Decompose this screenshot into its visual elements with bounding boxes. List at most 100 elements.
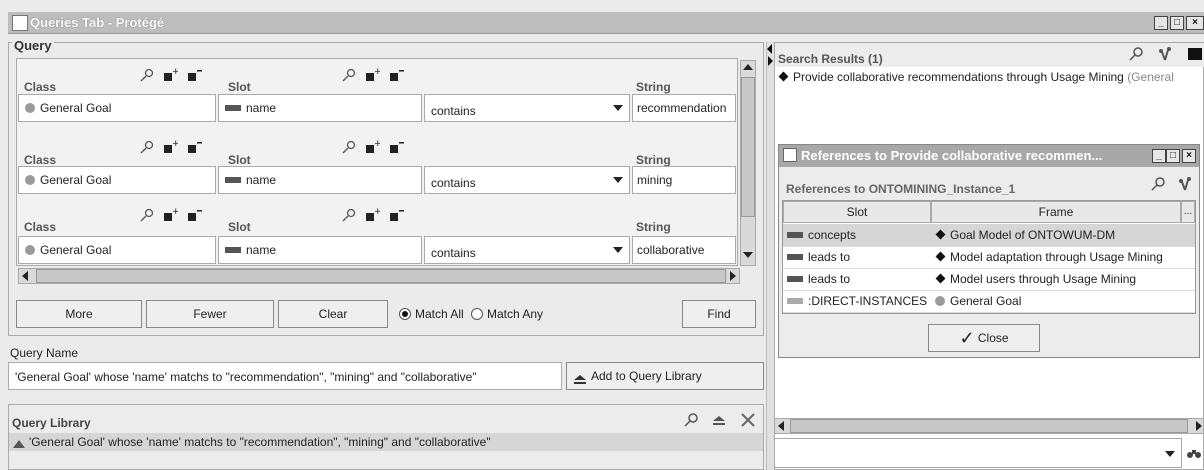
query-library-label: Query Library xyxy=(12,416,91,430)
scrollbar-thumb[interactable] xyxy=(741,77,755,217)
maximize-button[interactable]: □ xyxy=(1166,149,1180,163)
search-combo[interactable] xyxy=(774,438,1182,468)
add-class-icon[interactable]: + xyxy=(164,207,180,225)
search-icon[interactable] xyxy=(342,68,356,85)
find-button[interactable]: Find xyxy=(682,300,756,328)
scroll-right-icon[interactable] xyxy=(1196,421,1202,431)
view-icon[interactable] xyxy=(1188,48,1202,60)
scroll-down-icon[interactable] xyxy=(743,252,753,258)
window-title: Queries Tab - Protégé xyxy=(30,15,165,30)
table-row[interactable]: concepts xyxy=(783,224,931,247)
slot-field[interactable]: name xyxy=(218,166,422,194)
scroll-up-icon[interactable] xyxy=(743,64,753,70)
class-field[interactable]: General Goal xyxy=(18,94,216,122)
search-result-item[interactable]: Provide collaborative recommendations th… xyxy=(778,70,1202,84)
string-header: String xyxy=(636,80,671,94)
operator-select[interactable]: contains xyxy=(424,236,630,264)
string-value: collaborative xyxy=(637,243,705,257)
search-icon[interactable] xyxy=(140,208,154,225)
query-rows-panel xyxy=(16,58,738,266)
scroll-left-icon[interactable] xyxy=(22,271,28,281)
class-field[interactable]: General Goal xyxy=(18,166,216,194)
search-icon[interactable] xyxy=(1128,46,1144,62)
table-row[interactable]: leads to xyxy=(783,246,931,269)
splitter[interactable] xyxy=(766,42,774,470)
string-input[interactable]: mining xyxy=(632,166,736,194)
slot-cell: leads to xyxy=(808,250,851,264)
add-to-query-library-button[interactable]: Add to Query Library xyxy=(566,362,764,390)
operator-select[interactable]: contains xyxy=(424,94,630,122)
column-menu-button[interactable]: ... xyxy=(1181,201,1195,223)
chevron-down-icon xyxy=(1165,451,1175,457)
add-slot-icon[interactable]: + xyxy=(366,67,382,85)
query-name-value: 'General Goal' whose 'name' matchs to "r… xyxy=(15,370,477,384)
close-dialog-button[interactable]: × xyxy=(1182,149,1196,163)
delete-icon[interactable] xyxy=(740,412,756,428)
search-icon[interactable] xyxy=(342,140,356,157)
slot-value: name xyxy=(246,243,277,257)
references-icon[interactable] xyxy=(1156,46,1172,62)
add-slot-icon[interactable]: + xyxy=(366,139,382,157)
remove-slot-icon[interactable] xyxy=(390,140,404,157)
maximize-button[interactable]: □ xyxy=(1170,16,1184,30)
search-icon[interactable] xyxy=(1150,176,1166,192)
search-icon[interactable] xyxy=(140,140,154,157)
string-input[interactable]: recommendation xyxy=(632,94,736,122)
string-input[interactable]: collaborative xyxy=(632,236,736,264)
minimize-button[interactable]: _ xyxy=(1152,149,1166,163)
remove-class-icon[interactable] xyxy=(188,140,202,157)
close-button[interactable]: ✓ Close xyxy=(928,324,1040,352)
instance-icon xyxy=(778,71,789,82)
add-slot-icon[interactable]: + xyxy=(366,207,382,225)
table-row[interactable]: Model users through Usage Mining xyxy=(931,268,1195,291)
table-row[interactable]: Model adaptation through Usage Mining xyxy=(931,246,1195,269)
match-any-radio[interactable] xyxy=(471,308,483,320)
fewer-button[interactable]: Fewer xyxy=(146,300,274,328)
svg-text:+: + xyxy=(374,140,380,149)
scroll-right-icon[interactable] xyxy=(730,271,736,281)
query-name-input[interactable]: 'General Goal' whose 'name' matchs to "r… xyxy=(8,362,562,390)
window-titlebar: Queries Tab - Protégé xyxy=(8,12,1204,34)
slot-icon xyxy=(787,298,803,304)
remove-class-icon[interactable] xyxy=(188,208,202,225)
frame-cell: Goal Model of ONTOWUM-DM xyxy=(950,228,1116,242)
scrollbar-thumb[interactable] xyxy=(36,269,726,283)
slot-field[interactable]: name xyxy=(218,94,422,122)
table-row[interactable]: General Goal xyxy=(931,290,1195,313)
table-row[interactable]: leads to xyxy=(783,268,931,291)
more-button[interactable]: More xyxy=(16,300,142,328)
collapse-right-icon[interactable] xyxy=(768,56,773,66)
class-field[interactable]: General Goal xyxy=(18,236,216,264)
references-icon[interactable] xyxy=(1176,176,1192,192)
search-icon[interactable] xyxy=(342,208,356,225)
search-icon[interactable] xyxy=(683,412,699,428)
remove-slot-icon[interactable] xyxy=(390,208,404,225)
class-icon xyxy=(935,296,945,306)
slot-cell: concepts xyxy=(808,228,857,242)
frame-column-header[interactable]: Frame xyxy=(931,201,1181,223)
binoculars-icon[interactable] xyxy=(1186,446,1202,460)
frame-cell: General Goal xyxy=(950,294,1022,308)
table-row[interactable]: Goal Model of ONTOWUM-DM xyxy=(931,224,1195,247)
close-window-button[interactable]: × xyxy=(1186,16,1204,30)
clear-button[interactable]: Clear xyxy=(278,300,388,328)
remove-slot-icon[interactable] xyxy=(390,68,404,85)
collapse-left-icon[interactable] xyxy=(767,44,772,54)
checkmark-icon: ✓ xyxy=(959,328,975,348)
slot-cell: leads to xyxy=(808,272,851,286)
add-class-icon[interactable]: + xyxy=(164,139,180,157)
table-row[interactable]: :DIRECT-INSTANCES xyxy=(783,290,931,313)
scroll-left-icon[interactable] xyxy=(778,421,784,431)
slot-column-header[interactable]: Slot xyxy=(783,201,931,223)
add-library-icon[interactable] xyxy=(712,412,728,428)
slot-field[interactable]: name xyxy=(218,236,422,264)
remove-class-icon[interactable] xyxy=(188,68,202,85)
add-class-icon[interactable]: + xyxy=(164,67,180,85)
operator-select[interactable]: contains xyxy=(424,166,630,194)
minimize-button[interactable]: _ xyxy=(1154,16,1168,30)
search-icon[interactable] xyxy=(140,68,154,85)
query-label: Query xyxy=(12,38,54,53)
list-item[interactable]: 'General Goal' whose 'name' matchs to "r… xyxy=(9,433,763,451)
scrollbar-thumb[interactable] xyxy=(790,419,1188,433)
match-all-radio[interactable] xyxy=(399,308,411,320)
